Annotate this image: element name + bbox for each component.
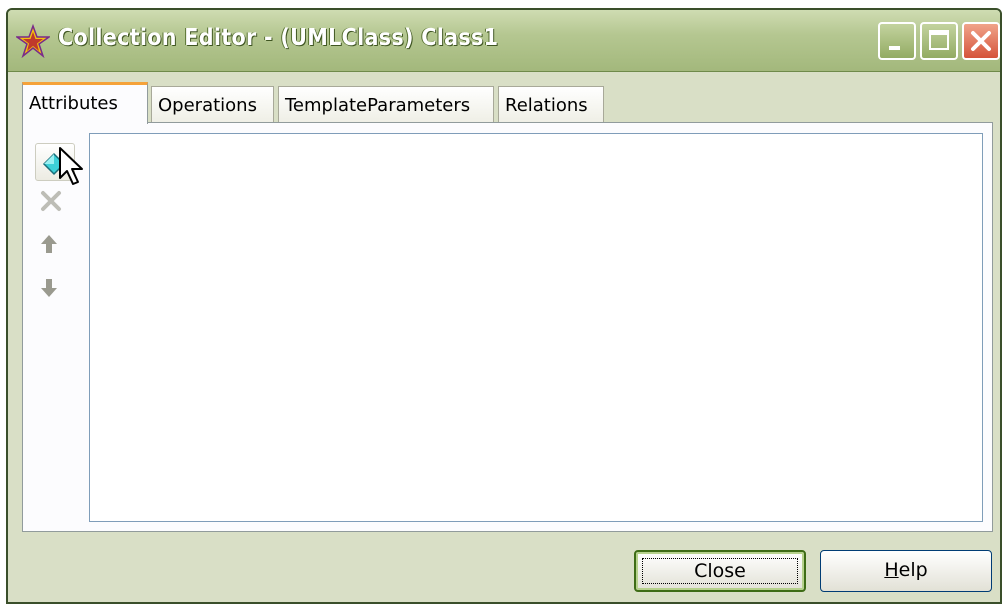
help-button[interactable]: Help: [820, 550, 992, 592]
help-mnemonic: H: [884, 559, 899, 581]
close-icon: [971, 31, 991, 51]
maximize-icon: [929, 30, 949, 50]
minimize-icon: [889, 46, 900, 50]
move-down-button[interactable]: [35, 269, 75, 307]
move-up-icon: [41, 235, 57, 253]
mouse-pointer-icon: [59, 147, 83, 185]
tab-templateparameters[interactable]: TemplateParameters: [278, 86, 494, 122]
minimize-button[interactable]: [878, 22, 916, 60]
focus-rectangle: [642, 558, 798, 584]
star-app-icon: [16, 24, 50, 58]
help-button-label: elp: [898, 559, 928, 581]
tab-operations[interactable]: Operations: [151, 86, 274, 122]
attributes-tab-panel: [22, 122, 993, 532]
move-up-button[interactable]: [35, 227, 75, 265]
maximize-button[interactable]: [920, 22, 958, 60]
collection-editor-window: Collection Editor - (UMLClass) Class1 At…: [6, 8, 1002, 604]
move-down-icon: [41, 279, 57, 297]
window-title: Collection Editor - (UMLClass) Class1: [58, 25, 499, 51]
close-button[interactable]: Close: [634, 550, 806, 592]
tab-relations[interactable]: Relations: [498, 86, 604, 122]
tab-attributes[interactable]: Attributes: [22, 82, 148, 124]
title-bar[interactable]: Collection Editor - (UMLClass) Class1: [8, 10, 1000, 72]
close-window-button[interactable]: [962, 22, 1000, 60]
attributes-list[interactable]: [89, 133, 983, 522]
